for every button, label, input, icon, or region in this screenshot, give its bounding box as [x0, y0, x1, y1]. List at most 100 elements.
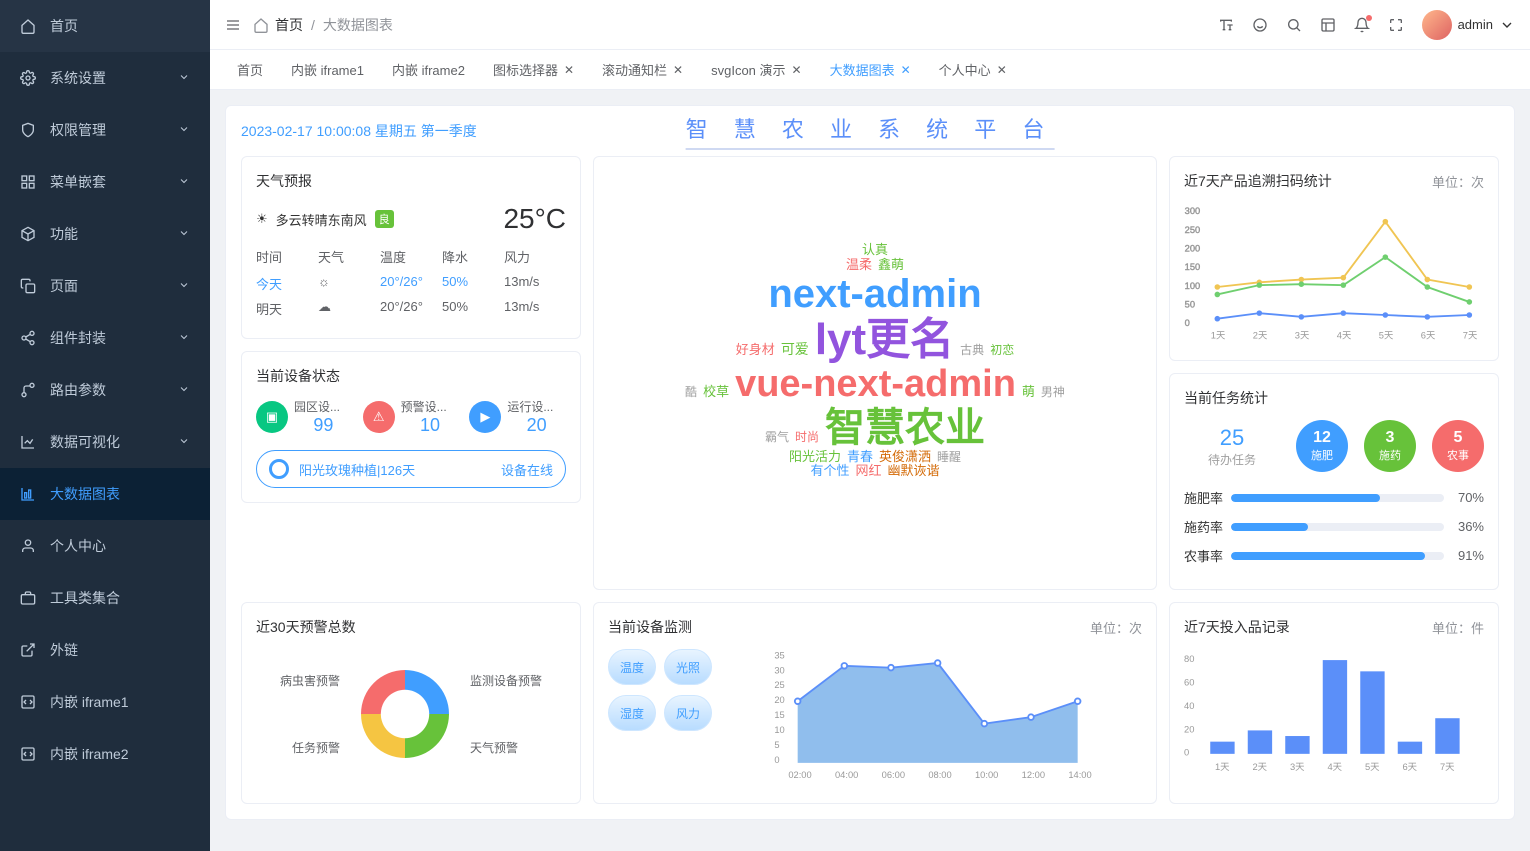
dev-stat-label: 园区设... — [294, 398, 353, 415]
wordcloud-word: 鑫萌 — [878, 258, 904, 272]
chevron-down-icon — [178, 226, 190, 242]
svg-text:0: 0 — [1185, 318, 1190, 328]
svg-text:100: 100 — [1185, 281, 1201, 291]
svg-text:0: 0 — [1184, 748, 1189, 758]
sidebar-item[interactable]: 外链 — [0, 624, 210, 676]
dashboard-datetime: 2023-02-17 10:00:08 星期五 第一季度 — [241, 121, 477, 141]
device-row[interactable]: 阳光玫瑰种植|126天 设备在线 — [256, 450, 566, 488]
wordcloud-word: 网红 — [855, 464, 881, 478]
tab[interactable]: 首页 — [225, 54, 275, 85]
dev-stat-icon: ▶ — [469, 401, 501, 433]
monitor-btn-humid[interactable]: 湿度 — [608, 695, 656, 731]
tab[interactable]: 内嵌 iframe2 — [380, 54, 477, 85]
dev-stat-num: 20 — [507, 415, 566, 436]
weather-card: 天气预报 ☀ 多云转晴东南风 良 25°C 时间天气温度降水风力今天☼20°/2… — [241, 156, 581, 339]
sidebar-label: 工具类集合 — [50, 588, 120, 608]
tab[interactable]: 滚动通知栏✕ — [590, 54, 695, 85]
chevron-down-icon — [178, 174, 190, 190]
monitor-btn-temp[interactable]: 温度 — [608, 649, 656, 685]
close-icon[interactable]: ✕ — [792, 63, 802, 77]
close-icon[interactable]: ✕ — [564, 63, 574, 77]
dev-stat: ⚠预警设...10 — [363, 398, 460, 436]
progress-label: 农事率 — [1184, 546, 1223, 565]
sidebar-item[interactable]: 数据可视化 — [0, 416, 210, 468]
sidebar-item[interactable]: 菜单嵌套 — [0, 156, 210, 208]
dev-stat: ▶运行设...20 — [469, 398, 566, 436]
tab[interactable]: svgIcon 演示✕ — [699, 54, 813, 85]
svg-text:10:00: 10:00 — [975, 770, 998, 780]
sidebar-item[interactable]: 内嵌 iframe1 — [0, 676, 210, 728]
bar-chart-icon — [20, 486, 38, 502]
pie-label-3: 天气预警 — [470, 739, 542, 756]
sidebar-item[interactable]: 个人中心 — [0, 520, 210, 572]
embed-icon — [20, 694, 38, 710]
svg-text:10: 10 — [774, 725, 784, 735]
sidebar-item[interactable]: 页面 — [0, 260, 210, 312]
svg-text:40: 40 — [1184, 701, 1194, 711]
sidebar-label: 个人中心 — [50, 536, 106, 556]
close-icon[interactable]: ✕ — [901, 63, 911, 77]
tab-label: 图标选择器 — [493, 60, 558, 79]
grid-icon — [20, 174, 38, 190]
user-menu[interactable]: admin — [1422, 10, 1515, 40]
bell-icon[interactable] — [1354, 17, 1370, 33]
settings-icon — [20, 70, 38, 86]
progress-label: 施药率 — [1184, 517, 1223, 536]
aqi-badge: 良 — [375, 210, 394, 228]
home-icon — [20, 18, 38, 34]
progress-bar — [1231, 494, 1444, 502]
wordcloud-word: vue-next-admin — [735, 364, 1016, 406]
sidebar-label: 内嵌 iframe1 — [50, 692, 129, 712]
tab[interactable]: 内嵌 iframe1 — [279, 54, 376, 85]
wordcloud-word: 霸气 — [765, 431, 789, 444]
sidebar-label: 内嵌 iframe2 — [50, 744, 129, 764]
sidebar-item[interactable]: 大数据图表 — [0, 468, 210, 520]
svg-text:14:00: 14:00 — [1068, 770, 1091, 780]
task-circle-1: 12施肥 — [1296, 420, 1348, 472]
tab[interactable]: 个人中心✕ — [927, 54, 1019, 85]
sidebar-item[interactable]: 系统设置 — [0, 52, 210, 104]
device-row-text: 阳光玫瑰种植|126天 — [299, 460, 415, 479]
sidebar-item[interactable]: 路由参数 — [0, 364, 210, 416]
wordcloud-word: 有个性 — [810, 464, 849, 478]
fullscreen-icon[interactable] — [1388, 17, 1404, 33]
sidebar-item[interactable]: 组件封装 — [0, 312, 210, 364]
dev-stat-num: 99 — [294, 415, 353, 436]
tabs-row: 首页内嵌 iframe1内嵌 iframe2图标选择器✕滚动通知栏✕svgIco… — [210, 50, 1530, 90]
weather-title: 天气预报 — [256, 171, 566, 191]
tab[interactable]: 图标选择器 ✕ — [481, 54, 586, 85]
monitor-btn-wind[interactable]: 风力 — [664, 695, 712, 731]
text-size-icon[interactable] — [1218, 17, 1234, 33]
sidebar-item[interactable]: 权限管理 — [0, 104, 210, 156]
svg-text:60: 60 — [1184, 677, 1194, 687]
tab[interactable]: 大数据图表✕ — [818, 54, 923, 85]
monitor-btn-light[interactable]: 光照 — [664, 649, 712, 685]
monitor-title: 当前设备监测 — [608, 617, 692, 637]
input-rec-card: 近7天投入品记录单位：件 806040200 — [1169, 602, 1499, 804]
sidebar-label: 系统设置 — [50, 68, 106, 88]
svg-text:20: 20 — [774, 695, 784, 705]
search-icon[interactable] — [1286, 17, 1302, 33]
svg-text:25: 25 — [774, 680, 784, 690]
sidebar-item[interactable]: 首页 — [0, 0, 210, 52]
sidebar-label: 大数据图表 — [50, 484, 120, 504]
share-icon — [20, 330, 38, 346]
sidebar-item[interactable]: 工具类集合 — [0, 572, 210, 624]
chart-icon — [20, 434, 38, 450]
alert30-title: 近30天预警总数 — [256, 617, 566, 637]
layout-icon[interactable] — [1320, 17, 1336, 33]
sidebar-item[interactable]: 内嵌 iframe2 — [0, 728, 210, 780]
breadcrumb-home[interactable]: 首页 — [275, 15, 303, 35]
monitor-card: 当前设备监测单位：次 温度 光照 湿度 风力 — [593, 602, 1157, 804]
collapse-icon[interactable] — [225, 17, 241, 33]
close-icon[interactable]: ✕ — [673, 63, 683, 77]
smile-icon[interactable] — [1252, 17, 1268, 33]
dev-stat: ▣园区设...99 — [256, 398, 353, 436]
close-icon[interactable]: ✕ — [997, 63, 1007, 77]
progress-value: 70% — [1452, 490, 1484, 505]
sidebar-item[interactable]: 功能 — [0, 208, 210, 260]
weather-header: 天气 — [318, 247, 380, 266]
svg-text:5天: 5天 — [1379, 330, 1394, 340]
weather-time: 今天 — [256, 274, 318, 293]
wordcloud-word: 校草 — [703, 385, 729, 399]
